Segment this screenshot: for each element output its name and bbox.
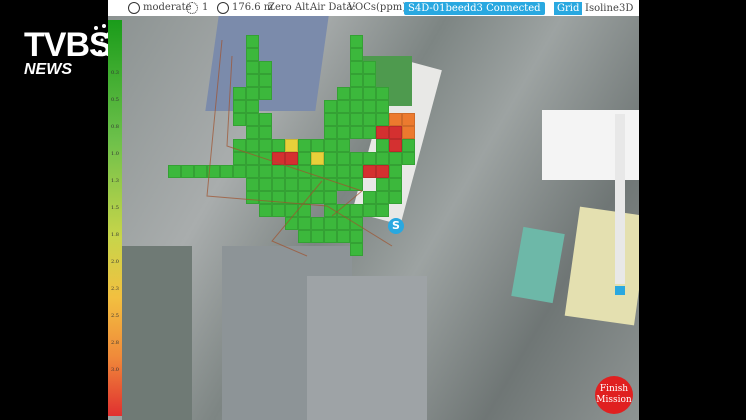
compass-icon xyxy=(128,2,140,14)
color-scale-legend xyxy=(108,20,122,416)
status-bar: moderate 1 176.6 m Zero Alt. Air Data: V… xyxy=(108,0,639,16)
legend-tick-label: 3.0 xyxy=(111,367,119,373)
tab-grid[interactable]: Grid xyxy=(554,1,583,15)
flight-path xyxy=(206,39,393,257)
legend-tick-label: 1.3 xyxy=(111,178,119,184)
gps-status: moderate xyxy=(143,2,192,13)
legend-tick-label: 2.0 xyxy=(111,259,119,265)
altitude-mode: Zero Alt. xyxy=(268,2,313,13)
legend-tick-label: 2.8 xyxy=(111,340,119,346)
altitude-slider-thumb[interactable] xyxy=(615,286,625,295)
finish-mission-button[interactable]: Finish Mission xyxy=(595,376,633,414)
satellite-count: 1 xyxy=(202,2,209,13)
tab-3d[interactable]: 3D xyxy=(616,2,636,15)
legend-tick-label: 1.0 xyxy=(111,151,119,157)
altitude-icon xyxy=(217,2,229,14)
legend-tick-label: 1.5 xyxy=(111,205,119,211)
app-window: moderate 1 176.6 m Zero Alt. Air Data: V… xyxy=(108,0,639,420)
satellite-icon xyxy=(186,2,198,14)
legend-tick-label: 1.8 xyxy=(111,232,119,238)
drone-marker[interactable]: S xyxy=(388,218,404,234)
altitude-slider-track[interactable] xyxy=(615,114,625,284)
air-data-selector[interactable]: VOCs(ppm) xyxy=(348,0,406,16)
legend-tick-label: 2.5 xyxy=(111,313,119,319)
legend-tick-label: 0.5 xyxy=(111,97,119,103)
legend-tick-label: 0.8 xyxy=(111,124,119,130)
connection-badge: S4D-01beedd3 Connected xyxy=(404,1,545,15)
satellite-map[interactable]: S xyxy=(122,16,639,420)
legend-tick-label: 0.3 xyxy=(111,70,119,76)
logo-subtext: NEWS xyxy=(24,61,72,78)
legend-tick-label: 2.3 xyxy=(111,286,119,292)
